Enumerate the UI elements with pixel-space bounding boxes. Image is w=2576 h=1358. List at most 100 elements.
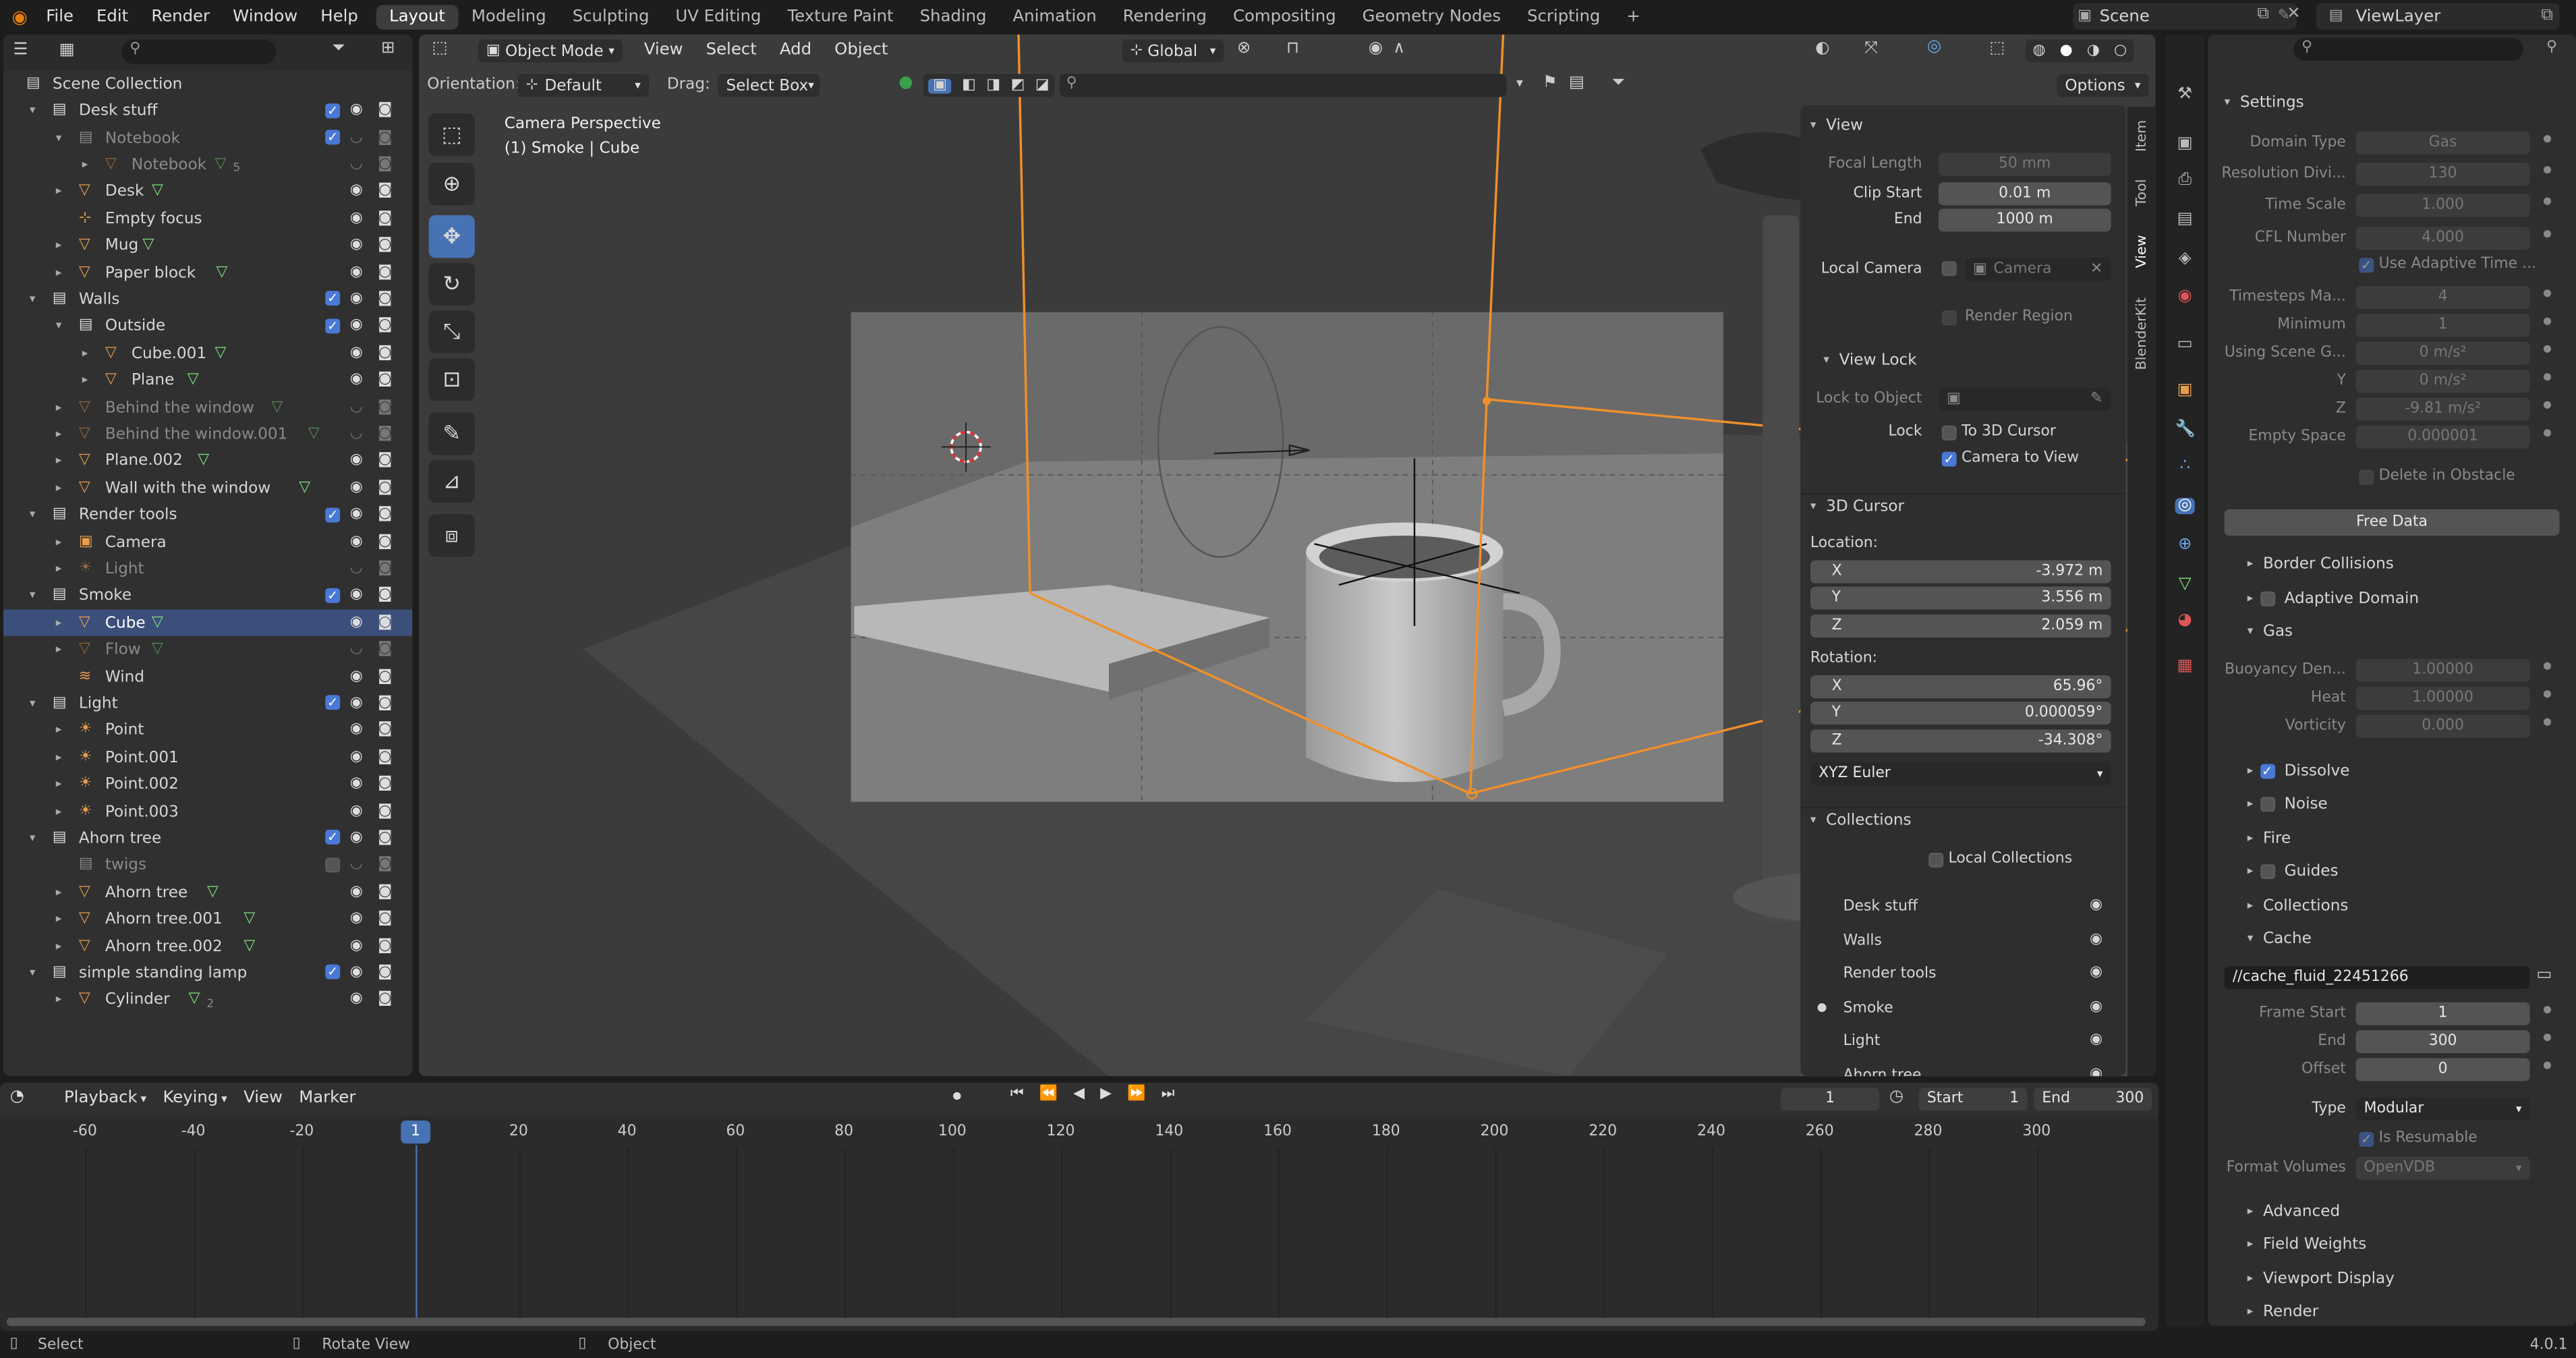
chevron-right-icon[interactable]: ▸: [56, 239, 62, 252]
object-props-icon[interactable]: ▣: [2175, 382, 2195, 399]
jump-key-forward-icon[interactable]: ⏩: [1127, 1087, 1145, 1110]
eye-icon[interactable]: ◉: [350, 372, 363, 388]
eye-icon[interactable]: ◉: [350, 669, 363, 685]
3d-cursor-section-header[interactable]: ▾ 3D Cursor: [1800, 492, 2126, 519]
outliner-row[interactable]: ▾ ▤ Ahorn tree ✓ ◉ ◙: [3, 825, 412, 852]
keyframe-dot-icon[interactable]: ●: [2543, 717, 2552, 728]
delete-in-obstacle-checkbox[interactable]: [2359, 470, 2374, 485]
outliner-row[interactable]: ▸ ▽ Cube ▽ ◉ ◙: [3, 609, 413, 637]
camera-render-icon[interactable]: ◙: [378, 696, 392, 712]
solid-shading-icon[interactable]: ●: [2060, 43, 2073, 59]
shading-mode-group[interactable]: ◍ ● ◑ ○: [2025, 39, 2134, 63]
gizmo-icon[interactable]: ⤧: [1864, 40, 1877, 57]
timeline-menu-view[interactable]: View: [235, 1090, 291, 1108]
add-workspace-button[interactable]: +: [1613, 4, 1653, 29]
outliner-row[interactable]: ▾ ▤ Smoke ✓ ◉ ◙: [3, 583, 412, 610]
workspace-tab-shading[interactable]: Shading: [907, 4, 1000, 29]
cursor-loc-y-field[interactable]: Y 3.556 m: [1810, 587, 2111, 611]
outliner-row[interactable]: ▸ ☀ Point.001 ◉ ◙: [3, 745, 412, 772]
adaptive-domain-checkbox[interactable]: [2260, 590, 2274, 606]
chevron-right-icon[interactable]: ▸: [82, 159, 88, 171]
eye-closed-icon[interactable]: ◡: [350, 399, 363, 415]
exclude-checkbox[interactable]: ✓: [325, 130, 341, 145]
outliner-row[interactable]: ▸ ▽ Desk ▽ ◉ ◙: [3, 179, 412, 206]
sidebar-tab-view[interactable]: View: [2134, 235, 2150, 268]
exclude-checkbox[interactable]: ✓: [325, 103, 341, 118]
sub-panel-dissolve[interactable]: ▸ ✓ Dissolve: [2248, 759, 2350, 782]
pin-icon[interactable]: ⚲: [2546, 40, 2557, 56]
viewport-menu-object[interactable]: Object: [823, 41, 899, 59]
keyframe-dot-icon[interactable]: ●: [2543, 1033, 2552, 1044]
eye-icon[interactable]: ◉: [350, 264, 363, 281]
cache-type-dropdown[interactable]: Modular ▾: [2355, 1097, 2530, 1121]
eye-icon[interactable]: ◉: [350, 507, 363, 523]
outliner-row[interactable]: ▸ ▽ Ahorn tree ▽ ◉ ◙: [3, 879, 412, 906]
editor-type-icon[interactable]: ⬚: [432, 40, 448, 57]
exclude-checkbox[interactable]: ✓: [325, 291, 341, 306]
workspace-tab-rendering[interactable]: Rendering: [1110, 4, 1220, 29]
camera-render-icon[interactable]: ◙: [378, 507, 392, 523]
noise-checkbox[interactable]: [2260, 795, 2274, 811]
eye-icon[interactable]: ◉: [350, 884, 363, 900]
outliner-row[interactable]: ▸ ▽ Cylinder ▽ 2 ◉ ◙: [3, 987, 412, 1014]
drag-dropdown[interactable]: Select Box ▾: [718, 74, 820, 97]
prop-vorticity-field[interactable]: 0.000: [2355, 714, 2530, 738]
playhead-marker[interactable]: 1: [401, 1121, 431, 1144]
keyframe-dot-icon[interactable]: ●: [2543, 344, 2552, 355]
sidebar-collection-item[interactable]: ● Smoke ◉: [1800, 998, 2125, 1021]
rotation-mode-dropdown[interactable]: XYZ Euler ▾: [1810, 762, 2111, 786]
prop-z-field[interactable]: -9.81 m/s²: [2355, 397, 2530, 421]
lock-to-object-field[interactable]: ▣ ✎: [1938, 387, 2111, 411]
camera-render-icon[interactable]: ◙: [378, 264, 392, 281]
keyframe-dot-icon[interactable]: ●: [2543, 288, 2552, 300]
scene-props-icon[interactable]: ◈: [2175, 250, 2195, 268]
outliner-row[interactable]: ▤ twigs ◡ ◙: [3, 852, 412, 879]
sidebar-tab-tool[interactable]: Tool: [2134, 179, 2150, 206]
transform-orientation-dropdown[interactable]: ⊹ Global ▾: [1122, 39, 1224, 63]
select-subtract-icon[interactable]: ◨: [986, 77, 1000, 93]
chevron-right-icon[interactable]: ▸: [56, 994, 62, 1006]
view-options-icon[interactable]: ▤: [1569, 75, 1584, 92]
select-new-icon[interactable]: ▣: [928, 77, 952, 93]
chevron-right-icon[interactable]: ▸: [56, 752, 62, 764]
properties-search-input[interactable]: ⚲: [2293, 38, 2523, 61]
chevron-right-icon[interactable]: ▸: [82, 347, 88, 360]
snap-toggle-icon[interactable]: ●: [898, 75, 913, 92]
collection-props-icon[interactable]: ▭: [2175, 336, 2195, 353]
sub-panel-guides[interactable]: ▸ Guides: [2248, 859, 2339, 882]
sub-panel-render[interactable]: ▸ Render: [2248, 1301, 2319, 1324]
camera-render-icon[interactable]: ◙: [378, 345, 392, 361]
prop-minimum-field[interactable]: 1: [2355, 314, 2530, 337]
data-props-icon[interactable]: ▽: [2175, 576, 2195, 593]
workspace-tab-modeling[interactable]: Modeling: [458, 4, 559, 29]
camera-render-icon[interactable]: ◙: [378, 669, 392, 685]
visibility-icon[interactable]: ◐: [1815, 40, 1829, 57]
render-region-checkbox[interactable]: [1941, 310, 1957, 326]
output-props-icon[interactable]: ⎙: [2175, 172, 2195, 189]
keyframe-dot-icon[interactable]: ●: [2543, 1005, 2552, 1016]
keyframe-dot-icon[interactable]: ●: [2543, 229, 2552, 239]
stopwatch-icon[interactable]: ◷: [1889, 1089, 1904, 1106]
particles-props-icon[interactable]: ∴: [2175, 457, 2195, 475]
outliner-row[interactable]: ▸ ☀ Point.002 ◉ ◙: [3, 771, 412, 798]
workspace-tab-compositing[interactable]: Compositing: [1220, 4, 1350, 29]
camera-render-icon[interactable]: ◙: [378, 749, 392, 765]
cursor-loc-x-field[interactable]: X -3.972 m: [1810, 560, 2111, 584]
chevron-right-icon[interactable]: ▸: [56, 266, 62, 279]
eye-icon[interactable]: ◉: [350, 938, 363, 954]
close-icon[interactable]: ✕: [2090, 261, 2102, 277]
current-frame-field[interactable]: 1: [1781, 1087, 1880, 1111]
chevron-right-icon[interactable]: ▸: [56, 805, 62, 818]
camera-render-icon[interactable]: ◙: [378, 534, 392, 550]
timeline-menu-keying[interactable]: Keying ▾: [154, 1090, 235, 1108]
eye-icon[interactable]: ◉: [350, 615, 363, 631]
sidebar-collection-item[interactable]: Walls ◉: [1800, 931, 2125, 954]
view-layer-props-icon[interactable]: ▤: [2175, 211, 2195, 228]
new-scene-icon[interactable]: ⧉: [2257, 6, 2268, 23]
eyedropper-icon[interactable]: ✎: [2090, 391, 2102, 407]
camera-render-icon[interactable]: ◙: [378, 911, 392, 927]
chevron-right-icon[interactable]: ▸: [56, 428, 62, 441]
clip-start-field[interactable]: 0.01 m: [1938, 182, 2111, 206]
chevron-down-icon[interactable]: ▾: [30, 509, 36, 521]
start-frame-field[interactable]: Start 1: [1918, 1087, 2028, 1111]
